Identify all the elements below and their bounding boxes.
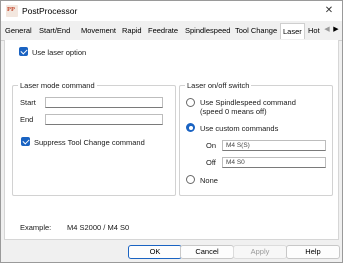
- off-label: Off: [206, 158, 216, 167]
- tab-spindlespeed[interactable]: Spindlespeed: [185, 26, 230, 35]
- example-value: M4 S2000 / M4 S0: [67, 223, 130, 232]
- laser-switch-group: Laser on/off switch Use Spindlespeed com…: [179, 81, 333, 196]
- custom-commands-label: Use custom commands: [200, 124, 279, 133]
- example-label: Example:: [20, 223, 52, 232]
- custom-commands-radio[interactable]: [186, 123, 195, 132]
- title-bar: PP PostProcessor ✕: [1, 1, 342, 21]
- end-label: End: [20, 115, 34, 124]
- tab-scroll-right-icon[interactable]: ▶: [332, 24, 340, 36]
- none-radio[interactable]: [186, 175, 195, 184]
- tab-feedrate[interactable]: Feedrate: [148, 26, 178, 35]
- spindlespeed-option-label: Use Spindlespeed command: [200, 98, 296, 107]
- start-label: Start: [20, 98, 36, 107]
- laser-mode-group-title: Laser mode command: [18, 81, 97, 90]
- postprocessor-app-icon: PP: [6, 5, 18, 17]
- tab-movement[interactable]: Movement: [81, 26, 116, 35]
- laser-switch-group-title: Laser on/off switch: [185, 81, 252, 90]
- tab-hot[interactable]: Hot: [308, 26, 320, 35]
- laser-tab-panel: Use laser option Laser mode command Star…: [4, 40, 339, 240]
- on-command-input[interactable]: M4 S(S): [222, 140, 326, 151]
- window-title: PostProcessor: [22, 6, 78, 16]
- help-button[interactable]: Help: [286, 245, 340, 259]
- cancel-button[interactable]: Cancel: [180, 245, 234, 259]
- tab-scroll-left-icon[interactable]: ◀: [323, 24, 331, 36]
- tab-tool-change[interactable]: Tool Change: [235, 26, 277, 35]
- close-icon[interactable]: ✕: [322, 4, 336, 18]
- off-command-input[interactable]: M4 S0: [222, 157, 326, 168]
- end-input[interactable]: [45, 114, 163, 125]
- use-laser-checkbox[interactable]: [19, 47, 28, 56]
- suppress-tool-change-label: Suppress Tool Change command: [34, 138, 145, 147]
- use-laser-label: Use laser option: [32, 48, 87, 57]
- tab-rapid[interactable]: Rapid: [122, 26, 142, 35]
- suppress-tool-change-checkbox[interactable]: [21, 137, 30, 146]
- laser-mode-group: Laser mode command Start End Suppress To…: [12, 81, 176, 196]
- tab-start-end[interactable]: Start/End: [39, 26, 70, 35]
- spindlespeed-option-note: (speed 0 means off): [200, 107, 267, 116]
- on-label: On: [206, 141, 217, 150]
- ok-button[interactable]: OK: [128, 245, 182, 259]
- spindlespeed-radio[interactable]: [186, 98, 195, 107]
- tab-general[interactable]: General: [5, 26, 32, 35]
- none-option-label: None: [200, 176, 218, 185]
- start-input[interactable]: [45, 97, 163, 108]
- tab-laser[interactable]: Laser: [280, 23, 305, 39]
- apply-button[interactable]: Apply: [233, 245, 287, 259]
- tab-strip: General Start/End Movement Rapid Feedrat…: [1, 22, 342, 41]
- postprocessor-dialog: PP PostProcessor ✕ General Start/End Mov…: [0, 0, 343, 263]
